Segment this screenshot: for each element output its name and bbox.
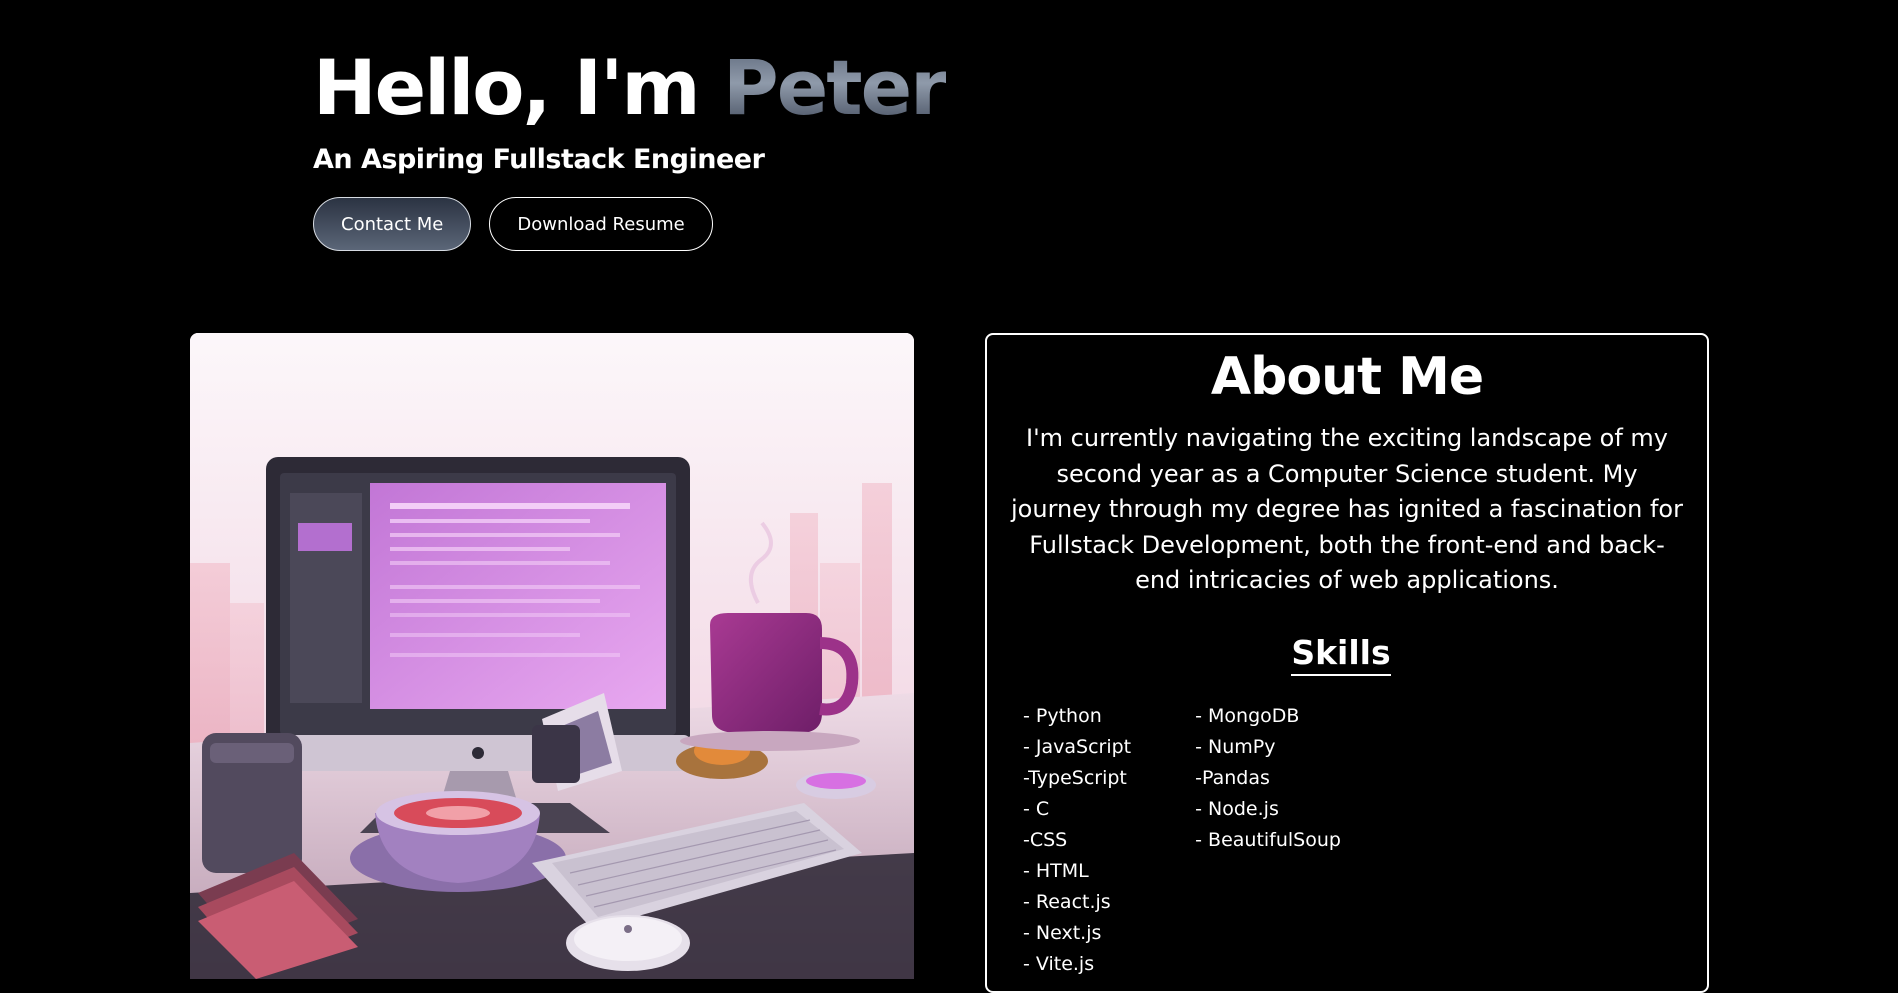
skill-item: - React.js [1023,891,1111,913]
hero-actions: Contact Me Download Resume [313,197,946,251]
skill-item: - Vite.js [1023,953,1095,975]
skill-item: -CSS [1023,829,1068,851]
skill-item: - BeautifulSoup [1195,829,1341,851]
skill-item: - Python [1023,705,1102,727]
skill-item: - Next.js [1023,922,1102,944]
skill-item: - MongoDB [1195,705,1300,727]
skill-item: - Node.js [1195,798,1279,820]
workspace-illustration [190,333,914,979]
skill-item: - C [1023,798,1050,820]
skills-column-2: - MongoDB - NumPy -Pandas - Node.js - Be… [1195,701,1341,980]
skills-title: Skills [1291,633,1391,676]
about-title: About Me [1210,347,1484,407]
hero-section: Hello, I'm Peter An Aspiring Fullstack E… [313,38,948,251]
hero-greeting: Hello, I'm [313,43,723,132]
skill-item: -TypeScript [1023,767,1127,789]
about-description: I'm currently navigating the exciting la… [1011,424,1683,594]
hero-title: Hello, I'm Peter [313,38,948,138]
download-resume-button[interactable]: Download Resume [489,197,713,251]
hero-subtitle: An Aspiring Fullstack Engineer [313,144,765,175]
skill-item: -Pandas [1195,767,1270,789]
about-me-card: About Me I'm currently navigating the ex… [985,333,1709,993]
contact-me-button[interactable]: Contact Me [313,197,472,251]
skill-item: - HTML [1023,860,1089,882]
hero-name: Peter [723,43,948,132]
skills-column-1: - Python - JavaScript -TypeScript - C -C… [1023,701,1131,980]
skills-list: - Python - JavaScript -TypeScript - C -C… [1023,701,1341,980]
skill-item: - JavaScript [1023,736,1132,758]
skill-item: - NumPy [1195,736,1276,758]
